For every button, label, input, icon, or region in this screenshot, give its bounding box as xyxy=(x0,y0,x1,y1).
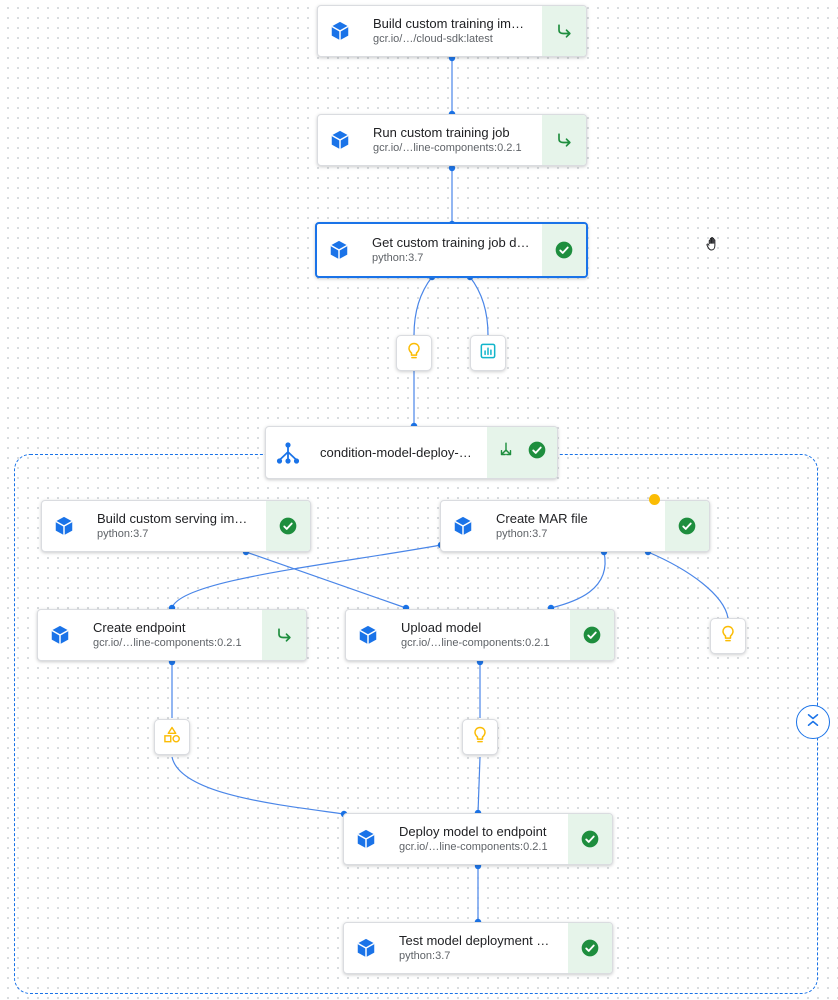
cube-icon xyxy=(318,115,362,165)
condition-status xyxy=(487,427,557,478)
artifact-uploaded-model[interactable] xyxy=(462,719,498,755)
collapse-chevrons-icon xyxy=(804,711,822,734)
check-circle-icon xyxy=(266,501,310,551)
artifact-model[interactable] xyxy=(396,335,432,371)
node-title: Create endpoint xyxy=(93,620,186,635)
cube-icon xyxy=(344,814,388,864)
check-circle-icon xyxy=(665,501,709,551)
node-title: Upload model xyxy=(401,620,482,635)
node-title: Build custom training im… xyxy=(373,16,524,31)
node-title: condition-model-deploy-… xyxy=(320,445,472,460)
cube-icon xyxy=(38,610,82,660)
node-image: gcr.io/…line-components:0.2.1 xyxy=(373,142,522,154)
artifact-endpoint[interactable] xyxy=(154,719,190,755)
node-title: Run custom training job xyxy=(373,125,510,140)
node-image: python:3.7 xyxy=(372,252,424,264)
node-title: Test model deployment … xyxy=(399,933,550,948)
cube-icon xyxy=(317,224,361,276)
artifact-metrics[interactable] xyxy=(470,335,506,371)
lightbulb-icon xyxy=(404,341,424,366)
node-image: python:3.7 xyxy=(399,950,451,962)
cube-icon xyxy=(344,923,388,973)
cube-icon xyxy=(441,501,485,551)
node-test-model-deployment[interactable]: Test model deployment … python:3.7 xyxy=(343,922,613,974)
node-image: python:3.7 xyxy=(496,528,548,540)
node-build-custom-serving-image[interactable]: Build custom serving im… python:3.7 xyxy=(41,500,311,552)
grab-cursor-icon xyxy=(704,235,722,253)
check-circle-icon xyxy=(568,923,612,973)
node-run-custom-training-job[interactable]: Run custom training job gcr.io/…line-com… xyxy=(317,114,587,166)
node-get-custom-training-job-details[interactable]: Get custom training job d… python:3.7 xyxy=(315,222,588,278)
edge-get-to-model-artifact xyxy=(413,276,433,336)
lightbulb-icon xyxy=(470,725,490,750)
node-image: gcr.io/…line-components:0.2.1 xyxy=(399,841,548,853)
collapse-group-button[interactable] xyxy=(796,705,830,739)
node-title: Create MAR file xyxy=(496,511,588,526)
node-image: gcr.io/…line-components:0.2.1 xyxy=(93,637,242,649)
notification-dot xyxy=(649,494,660,505)
check-circle-icon xyxy=(527,440,547,465)
node-title: Build custom serving im… xyxy=(97,511,248,526)
check-circle-icon xyxy=(570,610,614,660)
edge-get-to-metrics-artifact xyxy=(469,276,489,336)
artifact-mar-output[interactable] xyxy=(710,618,746,654)
cube-icon xyxy=(42,501,86,551)
node-image: python:3.7 xyxy=(97,528,149,540)
node-deploy-model-to-endpoint[interactable]: Deploy model to endpoint gcr.io/…line-co… xyxy=(343,813,613,865)
check-circle-icon xyxy=(542,224,586,276)
cached-arrow-icon xyxy=(542,6,586,56)
node-upload-model[interactable]: Upload model gcr.io/…line-components:0.2… xyxy=(345,609,615,661)
metrics-icon xyxy=(478,341,498,366)
node-title: Get custom training job d… xyxy=(372,235,530,250)
merge-arrow-icon xyxy=(497,441,515,464)
cube-icon xyxy=(346,610,390,660)
node-image: gcr.io/…/cloud-sdk:latest xyxy=(373,33,493,45)
node-create-mar-file[interactable]: Create MAR file python:3.7 xyxy=(440,500,710,552)
node-create-endpoint[interactable]: Create endpoint gcr.io/…line-components:… xyxy=(37,609,307,661)
lightbulb-icon xyxy=(718,624,738,649)
node-condition-model-deploy[interactable]: condition-model-deploy-… xyxy=(265,426,558,479)
node-build-custom-training-image[interactable]: Build custom training im… gcr.io/…/cloud… xyxy=(317,5,587,57)
fork-icon xyxy=(266,427,310,478)
cached-arrow-icon xyxy=(262,610,306,660)
cached-arrow-icon xyxy=(542,115,586,165)
shapes-icon xyxy=(162,725,182,750)
cube-icon xyxy=(318,6,362,56)
check-circle-icon xyxy=(568,814,612,864)
node-image: gcr.io/…line-components:0.2.1 xyxy=(401,637,550,649)
node-title: Deploy model to endpoint xyxy=(399,824,547,839)
